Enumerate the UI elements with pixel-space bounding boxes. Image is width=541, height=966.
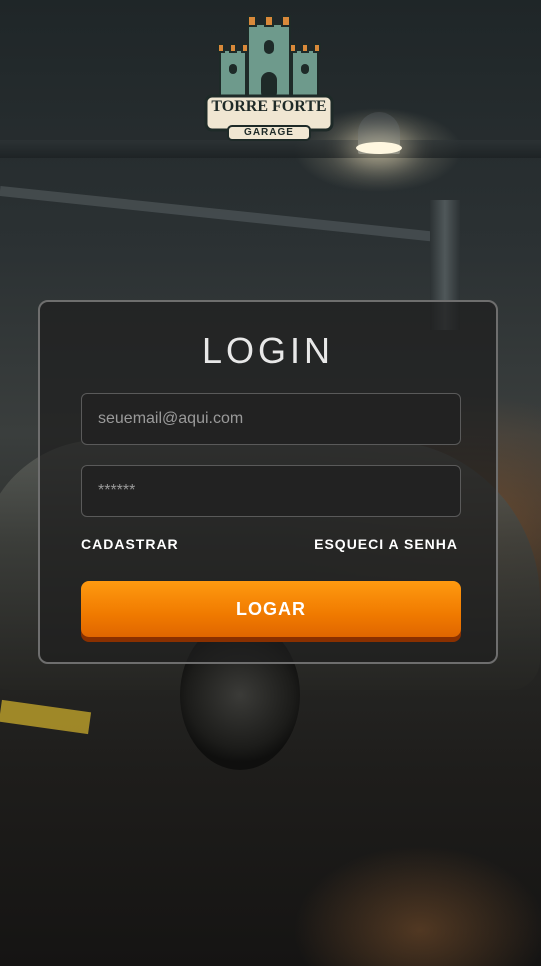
logo-title: TORRE FORTE bbox=[211, 98, 327, 115]
login-page: TORRE FORTE GARAGE LOGIN CADASTRAR ESQUE… bbox=[0, 0, 541, 966]
logo-subtitle: GARAGE bbox=[244, 127, 294, 138]
login-card: LOGIN CADASTRAR ESQUECI A SENHA LOGAR bbox=[38, 300, 498, 664]
garage-pipe bbox=[0, 186, 449, 244]
password-field[interactable] bbox=[81, 465, 461, 517]
register-link[interactable]: CADASTRAR bbox=[81, 536, 179, 552]
forgot-password-link[interactable]: ESQUECI A SENHA bbox=[314, 536, 458, 552]
lamp-glow bbox=[356, 142, 402, 154]
floor-jack bbox=[0, 699, 92, 735]
email-field[interactable] bbox=[81, 393, 461, 445]
login-title: LOGIN bbox=[201, 330, 335, 371]
torre-forte-logo bbox=[204, 15, 334, 141]
login-button[interactable]: LOGAR bbox=[81, 581, 461, 637]
